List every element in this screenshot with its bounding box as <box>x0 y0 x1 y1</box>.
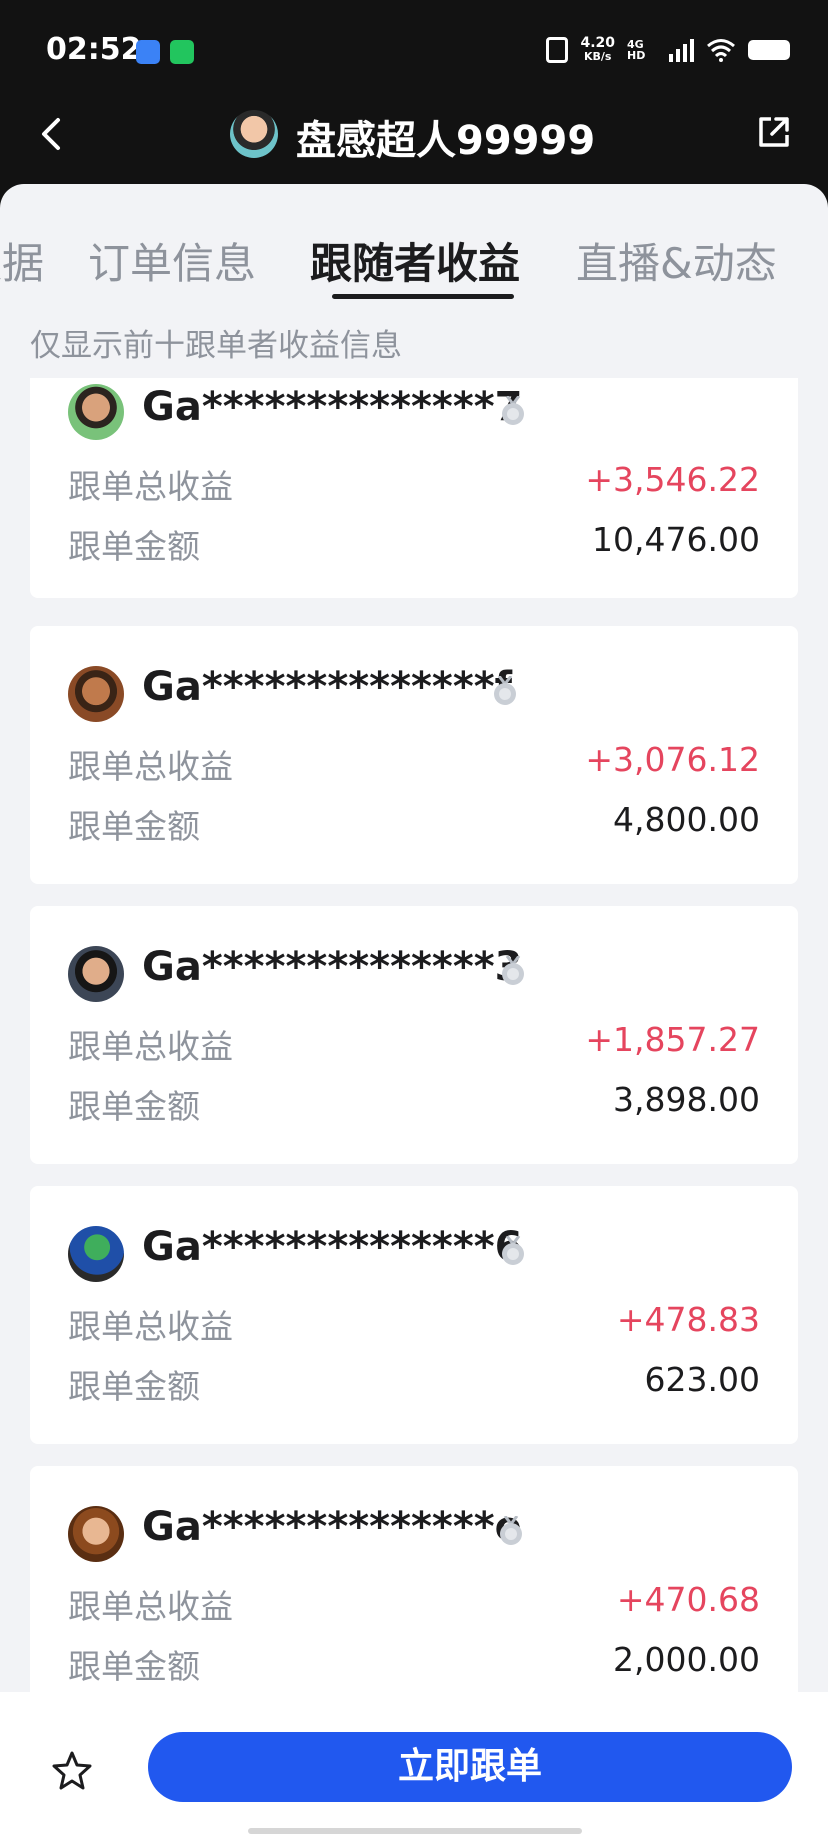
total-profit-label: 跟单总收益 <box>68 1307 233 1346</box>
net-speed-unit: KB/s <box>583 50 612 63</box>
follower-name: Ga**************3 <box>142 944 523 990</box>
avatar <box>68 384 124 440</box>
follower-card[interactable]: Ga**************7 跟单总收益 +3,546.22 跟单金额 1… <box>30 378 798 598</box>
tab-active-indicator <box>332 294 514 299</box>
medal-icon <box>502 396 524 425</box>
amount-label: 跟单金额 <box>68 1367 200 1406</box>
nav-bar: 盘感超人99999 <box>0 100 828 190</box>
amount-value: 10,476.00 <box>592 520 760 559</box>
follower-card[interactable]: Ga**************6 跟单总收益 +478.83 跟单金额 623… <box>30 1186 798 1444</box>
follower-card[interactable]: Ga**************3 跟单总收益 +1,857.27 跟单金额 3… <box>30 906 798 1164</box>
vibrate-icon <box>546 37 569 63</box>
amount-label: 跟单金额 <box>68 527 200 566</box>
trader-avatar[interactable] <box>230 110 278 158</box>
signal-icon <box>669 38 694 62</box>
net-speed-value: 4.20 <box>580 35 615 51</box>
follow-now-button[interactable]: 立即跟单 <box>148 1732 792 1802</box>
follower-name: Ga**************e <box>142 1504 522 1550</box>
app-notification-icon <box>136 40 160 64</box>
back-arrow-icon[interactable] <box>32 114 72 154</box>
total-profit-value: +3,546.22 <box>585 460 760 499</box>
tab-orders[interactable]: 订单信息 <box>88 230 256 291</box>
avatar <box>68 946 124 1002</box>
tab-data[interactable]: 数据 <box>0 230 44 291</box>
app-notification-icon <box>170 40 194 64</box>
avatar <box>68 1226 124 1282</box>
avatar <box>68 666 124 722</box>
share-icon[interactable] <box>756 114 792 150</box>
list-subtitle: 仅显示前十跟单者收益信息 <box>30 328 402 364</box>
total-profit-label: 跟单总收益 <box>68 467 233 506</box>
follower-name: Ga**************f <box>142 664 513 710</box>
home-indicator <box>248 1828 582 1834</box>
tab-live-updates[interactable]: 直播&动态 <box>576 230 777 291</box>
amount-label: 跟单金额 <box>68 1087 200 1126</box>
amount-value: 3,898.00 <box>613 1080 760 1119</box>
total-profit-label: 跟单总收益 <box>68 747 233 786</box>
medal-icon <box>494 676 516 705</box>
amount-value: 2,000.00 <box>613 1640 760 1679</box>
avatar <box>68 1506 124 1562</box>
wifi-icon <box>707 39 735 62</box>
tab-follower-profit[interactable]: 跟随者收益 <box>310 230 520 291</box>
follower-name: Ga**************6 <box>142 1224 523 1270</box>
page-title: 盘感超人99999 <box>296 118 596 164</box>
amount-label: 跟单金额 <box>68 1647 200 1686</box>
content-sheet: 数据 订单信息 跟随者收益 直播&动态 仅显示前十跟单者收益信息 Ga*****… <box>0 184 828 1692</box>
net-speed: 4.20 KB/s <box>580 36 615 64</box>
total-profit-value: +478.83 <box>616 1300 760 1339</box>
amount-label: 跟单金额 <box>68 807 200 846</box>
status-time: 02:52 <box>46 32 142 67</box>
follower-card[interactable]: Ga**************f 跟单总收益 +3,076.12 跟单金额 4… <box>30 626 798 884</box>
star-icon[interactable] <box>52 1750 92 1790</box>
bottom-action-bar: 立即跟单 <box>0 1692 828 1840</box>
status-indicators: 4.20 KB/s 4G HD <box>546 36 790 64</box>
medal-icon <box>502 1236 524 1265</box>
amount-value: 623.00 <box>644 1360 760 1399</box>
follower-card[interactable]: Ga**************e 跟单总收益 +470.68 跟单金额 2,0… <box>30 1466 798 1692</box>
battery-icon <box>748 40 790 60</box>
amount-value: 4,800.00 <box>613 800 760 839</box>
total-profit-value: +470.68 <box>616 1580 760 1619</box>
tab-bar: 数据 订单信息 跟随者收益 直播&动态 <box>0 184 828 300</box>
status-bar: 02:52 4.20 KB/s 4G HD <box>0 0 828 100</box>
total-profit-label: 跟单总收益 <box>68 1027 233 1066</box>
network-type: 4G HD <box>627 38 646 62</box>
follower-name: Ga**************7 <box>142 384 523 430</box>
total-profit-value: +3,076.12 <box>585 740 760 779</box>
medal-icon <box>502 956 524 985</box>
total-profit-value: +1,857.27 <box>585 1020 760 1059</box>
medal-icon <box>500 1516 522 1545</box>
total-profit-label: 跟单总收益 <box>68 1587 233 1626</box>
